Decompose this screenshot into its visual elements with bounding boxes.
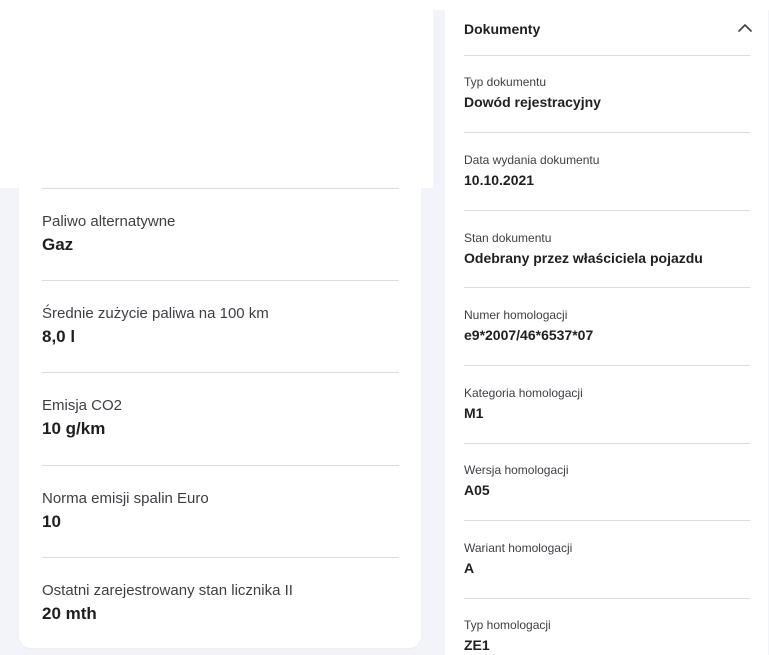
divider (42, 465, 399, 466)
documents-title: Dokumenty (464, 21, 541, 37)
field-label: Emisja CO2 (42, 397, 123, 414)
field-value: ZE1 (464, 637, 490, 653)
field-homologation-number: Numer homologacji e9*2007/46*6537*07 (464, 308, 754, 344)
field-document-type: Typ dokumentu Dowód rejestracyjny (464, 75, 754, 111)
divider (42, 280, 399, 281)
field-label: Typ dokumentu (464, 75, 547, 89)
divider (464, 210, 750, 211)
vehicle-details-page: Paliwo alternatywne Gaz Średnie zużycie … (0, 0, 769, 655)
field-value: Gaz (42, 235, 74, 254)
divider (464, 520, 750, 521)
field-label: Ostatni zarejestrowany stan licznika II (42, 582, 293, 599)
divider (42, 188, 399, 189)
field-co2-emission: Emisja CO2 10 g/km (42, 397, 399, 440)
divider (464, 443, 750, 444)
field-document-status: Stan dokumentu Odebrany przez właściciel… (464, 231, 754, 267)
field-homologation-version: Wersja homologacji A05 (464, 463, 754, 499)
divider (464, 598, 750, 599)
divider (42, 557, 399, 558)
field-label: Wersja homologacji (464, 463, 569, 477)
divider (464, 132, 750, 133)
divider (464, 55, 750, 56)
divider (42, 372, 399, 373)
field-value: A (464, 560, 475, 576)
field-euro-emission-standard: Norma emisji spalin Euro 10 (42, 490, 399, 533)
field-value: Odebrany przez właściciela pojazdu (464, 250, 703, 266)
field-value: e9*2007/46*6537*07 (464, 327, 594, 343)
field-odometer-reading-ii: Ostatni zarejestrowany stan licznika II … (42, 582, 399, 625)
field-document-issue-date: Data wydania dokumentu 10.10.2021 (464, 153, 754, 189)
field-homologation-category: Kategoria homologacji M1 (464, 386, 754, 422)
field-label: Numer homologacji (464, 308, 568, 322)
field-value: M1 (464, 405, 484, 421)
field-label: Norma emisji spalin Euro (42, 490, 209, 507)
field-label: Paliwo alternatywne (42, 213, 176, 230)
field-value: 10.10.2021 (464, 172, 535, 188)
field-value: 10 g/km (42, 419, 106, 438)
field-label: Wariant homologacji (464, 541, 573, 555)
field-label: Średnie zużycie paliwa na 100 km (42, 305, 269, 322)
field-avg-fuel-consumption: Średnie zużycie paliwa na 100 km 8,0 l (42, 305, 399, 348)
divider (464, 365, 750, 366)
field-value: Dowód rejestracyjny (464, 94, 601, 110)
field-value: 10 (42, 512, 61, 531)
field-homologation-variant: Wariant homologacji A (464, 541, 754, 577)
field-alternative-fuel: Paliwo alternatywne Gaz (42, 213, 399, 256)
field-label: Data wydania dokumentu (464, 153, 600, 167)
chevron-up-icon[interactable] (736, 21, 754, 35)
field-value: A05 (464, 482, 490, 498)
vehicle-parameters-card: Paliwo alternatywne Gaz Średnie zużycie … (19, 188, 421, 648)
field-homologation-type: Typ homologacji ZE1 (464, 618, 754, 654)
field-label: Kategoria homologacji (464, 386, 583, 400)
field-label: Stan dokumentu (464, 231, 552, 245)
field-label: Typ homologacji (464, 618, 551, 632)
documents-card: Dokumenty Typ dokumentu Dowód rejestracy… (445, 10, 768, 655)
field-value: 20 mth (42, 604, 97, 623)
divider (464, 287, 750, 288)
field-value: 8,0 l (42, 327, 76, 346)
documents-header[interactable]: Dokumenty (464, 20, 754, 46)
